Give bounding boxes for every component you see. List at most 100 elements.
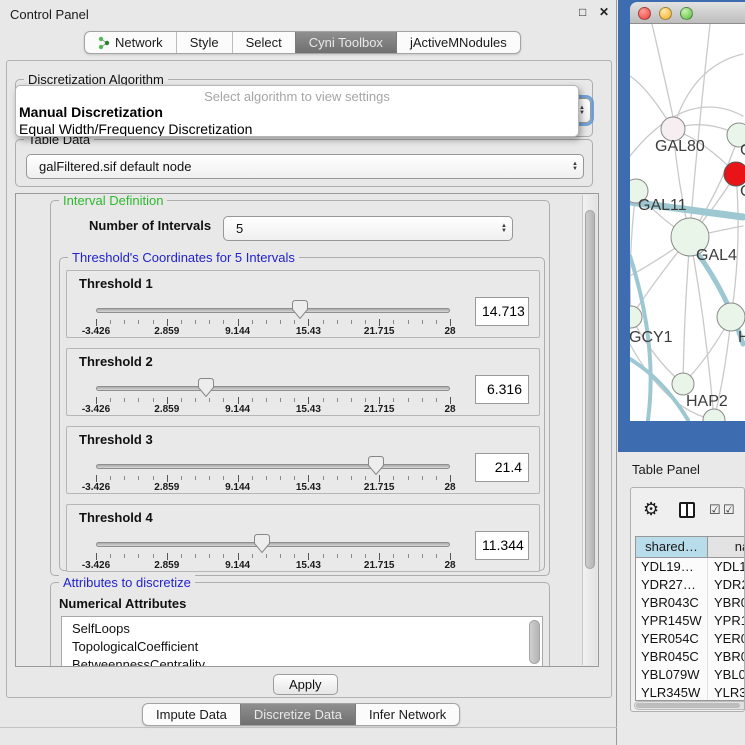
table-row[interactable]: YBL079WYBL0 — [636, 666, 745, 684]
attribute-item-topologicalcoefficient[interactable]: TopologicalCoefficient — [62, 638, 542, 656]
threshold-slider-track[interactable] — [96, 464, 450, 469]
table-row[interactable]: YLR345WYLR3 — [636, 684, 745, 700]
threshold-slider-thumb[interactable] — [198, 378, 214, 397]
node-label: HAP2 — [686, 393, 728, 410]
network-edge[interactable] — [631, 317, 683, 384]
network-edge[interactable] — [704, 226, 743, 234]
table-row[interactable]: YER054CYER0 — [636, 630, 745, 648]
tick-mark — [223, 320, 224, 324]
tab-label: Cyni Toolbox — [309, 32, 383, 53]
tab-jactivemnodules[interactable]: jActiveMNodules — [396, 32, 520, 53]
tick-mark — [167, 319, 168, 326]
column-header-shared-name[interactable]: shared… — [636, 537, 708, 557]
table-cell: YER054C — [636, 630, 708, 648]
network-edge[interactable] — [731, 174, 738, 317]
threshold-value-field[interactable]: 6.316 — [475, 375, 529, 404]
tick-mark — [266, 320, 267, 324]
table-cell: YDR27… — [636, 576, 708, 594]
tick-mark — [238, 475, 239, 482]
number-of-intervals-combo[interactable]: 5 ▲▼ — [223, 216, 513, 241]
tick-mark — [308, 475, 309, 482]
network-canvas[interactable]: GAL80GCGAL11GAL4GCY1HHAP2 — [630, 24, 745, 421]
tab-impute-data[interactable]: Impute Data — [143, 704, 240, 725]
network-edge[interactable] — [691, 24, 710, 218]
tick-mark — [337, 398, 338, 402]
float-window-icon[interactable]: □ — [579, 5, 586, 19]
threshold-slider-thumb[interactable] — [292, 300, 308, 319]
tab-cyni-toolbox[interactable]: Cyni Toolbox — [295, 32, 396, 53]
tick-mark — [266, 398, 267, 402]
tab-network[interactable]: Network — [85, 32, 176, 53]
settings-scrollbar[interactable] — [582, 195, 597, 665]
node-label: C — [740, 183, 745, 200]
network-edge[interactable] — [673, 54, 743, 129]
table-row[interactable]: YDR27…YDR2 — [636, 576, 745, 594]
tick-mark — [351, 554, 352, 558]
combo-stepper-icon: ▲▼ — [501, 217, 507, 240]
checkbox-icon[interactable]: ☑ — [709, 503, 721, 516]
tick-mark — [294, 554, 295, 558]
threshold-value-field[interactable]: 11.344 — [475, 531, 529, 560]
tick-mark — [138, 554, 139, 558]
table-hscrollbar[interactable] — [634, 701, 745, 710]
threshold-slider-thumb[interactable] — [254, 534, 270, 553]
tab-label: Select — [246, 32, 282, 53]
tick-mark — [323, 320, 324, 324]
threshold-slider-thumb[interactable] — [368, 456, 384, 475]
list-scrollbar[interactable] — [529, 620, 540, 664]
threshold-slider-track[interactable] — [96, 386, 450, 391]
tick-mark — [337, 320, 338, 324]
tick-mark — [323, 398, 324, 402]
close-window-icon[interactable]: ✕ — [599, 5, 609, 19]
close-traffic-light[interactable] — [638, 7, 651, 20]
tick-mark — [181, 320, 182, 324]
tick-mark — [124, 554, 125, 558]
threshold-slider-track[interactable] — [96, 542, 450, 547]
tab-infer-network[interactable]: Infer Network — [355, 704, 459, 725]
gear-icon[interactable]: ⚙ — [643, 500, 659, 518]
network-edge[interactable] — [630, 191, 636, 317]
attribute-item-betweennesscentrality[interactable]: BetweennessCentrality — [62, 656, 542, 667]
network-edge[interactable] — [683, 237, 690, 384]
algorithm-option-manual-discretization[interactable]: Manual Discretization — [16, 104, 578, 121]
tick-mark — [422, 476, 423, 480]
column-layout-icon[interactable] — [679, 502, 695, 518]
table-row[interactable]: YBR043CYBR0 — [636, 594, 745, 612]
tab-discretize-data[interactable]: Discretize Data — [240, 704, 355, 725]
table-row[interactable]: YDL19…YDL1 — [636, 558, 745, 576]
network-window-titlebar[interactable] — [630, 2, 745, 24]
node-label: G — [740, 142, 745, 159]
threshold-value-field[interactable]: 14.713 — [475, 297, 529, 326]
tick-mark — [422, 320, 423, 324]
network-node[interactable] — [717, 303, 745, 331]
tab-select[interactable]: Select — [232, 32, 295, 53]
tick-mark — [209, 320, 210, 324]
group-label-threshold-coordinates: Threshold's Coordinates for 5 Intervals — [68, 250, 299, 265]
node-label: GCY1 — [630, 329, 673, 346]
minimize-traffic-light[interactable] — [659, 7, 672, 20]
network-node[interactable] — [630, 306, 642, 328]
checkbox-icon[interactable]: ☑ — [723, 503, 735, 516]
threshold-slider-track[interactable] — [96, 308, 450, 313]
table-row[interactable]: YBR045CYBR0 — [636, 648, 745, 666]
zoom-traffic-light[interactable] — [680, 7, 693, 20]
settings-scrollbar-thumb[interactable] — [585, 210, 595, 569]
tick-mark — [195, 398, 196, 402]
column-header-name[interactable]: name — [708, 537, 745, 557]
tab-style[interactable]: Style — [176, 32, 232, 53]
table-hscrollbar-thumb[interactable] — [636, 703, 740, 708]
table-data-combo[interactable]: galFiltered.sif default node ▲▼ — [26, 154, 584, 179]
threshold-value-field[interactable]: 21.4 — [475, 453, 529, 482]
network-node[interactable] — [703, 409, 725, 421]
apply-button[interactable]: Apply — [273, 674, 338, 695]
node-label: GAL11 — [638, 197, 687, 214]
algorithm-option-equal-width-frequency-discretization[interactable]: Equal Width/Frequency Discretization — [16, 121, 578, 137]
attribute-item-selfloops[interactable]: SelfLoops — [62, 620, 542, 638]
table-cell: YBR045C — [636, 648, 708, 666]
tick-mark — [223, 398, 224, 402]
table-row[interactable]: YPR145WYPR1 — [636, 612, 745, 630]
tick-label: 28 — [420, 482, 480, 493]
slider-tick-labels: -3.4262.8599.14415.4321.71528 — [96, 482, 450, 494]
tick-mark — [365, 320, 366, 324]
network-node[interactable] — [672, 373, 694, 395]
